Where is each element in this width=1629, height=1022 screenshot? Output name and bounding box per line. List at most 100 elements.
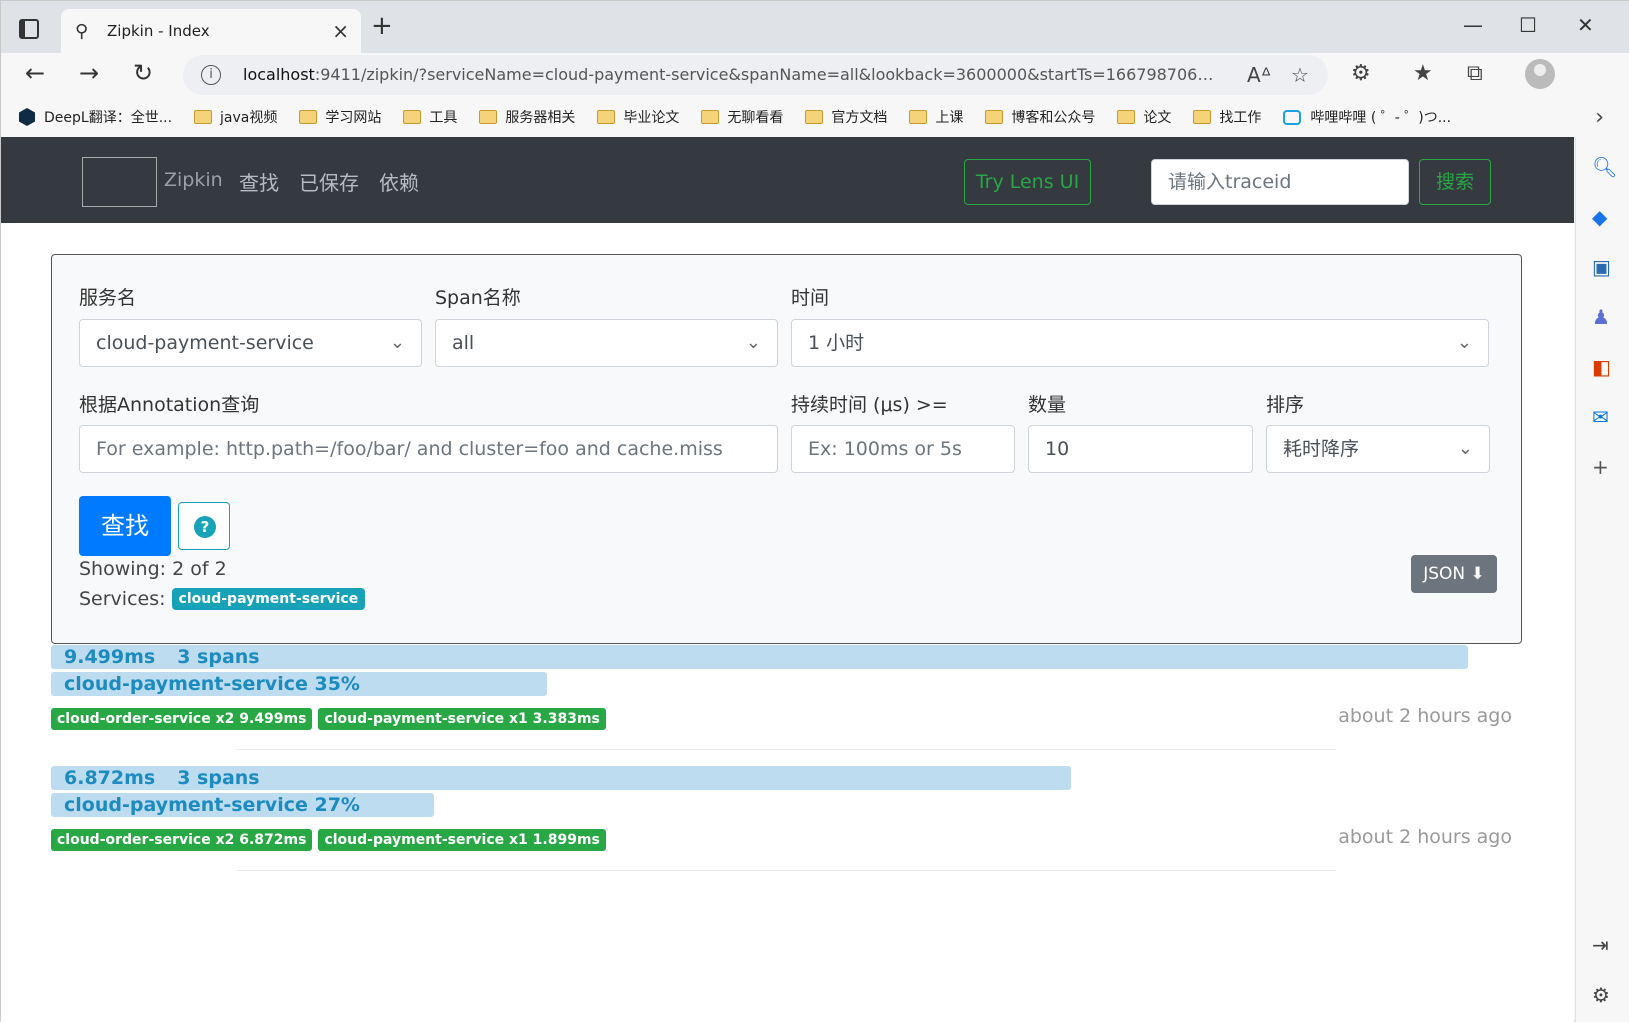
services-row: Services: cloud-payment-service [79, 588, 366, 610]
nav-link-dependencies[interactable]: 依赖 [379, 167, 419, 196]
service-name-label: 服务名 [79, 287, 137, 309]
service-percentage-bar[interactable]: cloud-payment-service 27% [51, 793, 434, 817]
zipkin-brand[interactable]: Zipkin [164, 169, 223, 191]
extensions-icon[interactable]: ⚙ [1351, 61, 1371, 86]
browser-sidebar: 🔍︎ ◆ ▣ ♟ ◧ ✉ + ⇥ ⚙ [1575, 137, 1629, 1022]
json-download-button[interactable]: JSON ⬇ [1411, 555, 1497, 593]
sort-select[interactable]: 耗时降序 ⌄ [1266, 425, 1490, 473]
add-favorite-icon[interactable]: ☆ [1291, 63, 1309, 87]
traceid-search-button[interactable]: 搜索 [1419, 159, 1491, 205]
folder-icon [403, 110, 422, 124]
service-tag: cloud-order-service x2 9.499ms [51, 708, 313, 730]
count-input[interactable]: 10 [1028, 425, 1253, 473]
try-lens-ui-button[interactable]: Try Lens UI [964, 159, 1091, 205]
duration-input[interactable]: Ex: 100ms or 5s [791, 425, 1015, 473]
download-icon: ⬇ [1470, 564, 1485, 584]
folder-icon [1193, 110, 1212, 124]
address-bar[interactable]: i localhost:9411/zipkin/?serviceName=clo… [183, 55, 1328, 95]
trace-row[interactable]: 6.872ms 3 spans cloud-payment-service 27%… [51, 766, 1522, 872]
annotation-query-label: 根据Annotation查询 [79, 394, 260, 416]
sidebar-panel-icon[interactable]: ⇥ [1592, 933, 1609, 957]
service-name-select[interactable]: cloud-payment-service ⌄ [79, 319, 422, 367]
service-tag: cloud-order-service x2 6.872ms [51, 829, 313, 851]
search-form-card: 服务名 cloud-payment-service ⌄ Span名称 all ⌄… [51, 254, 1522, 644]
bookmark-folder[interactable]: 无聊看看 [701, 107, 783, 127]
url-text[interactable]: localhost:9411/zipkin/?serviceName=cloud… [243, 65, 1223, 84]
bookmark-bilibili[interactable]: 哔哩哔哩 ( ゜- ゜)つ... [1283, 107, 1451, 127]
tab-bar: ⚲ Zipkin - Index × + — ☐ ✕ [1, 1, 1629, 53]
span-name-select[interactable]: all ⌄ [435, 319, 778, 367]
collections-icon[interactable]: ⧉ [1467, 61, 1483, 86]
tab-title: Zipkin - Index [107, 22, 210, 40]
bilibili-icon [1283, 109, 1302, 125]
tools-icon[interactable]: ▣ [1592, 255, 1611, 279]
games-icon[interactable]: ♟ [1592, 305, 1610, 329]
browser-tab[interactable]: ⚲ Zipkin - Index × [61, 9, 361, 53]
profile-avatar[interactable] [1525, 59, 1555, 89]
favorites-icon[interactable]: ★ [1413, 61, 1433, 86]
showing-count: Showing: 2 of 2 [79, 558, 227, 580]
chevron-down-icon: ⌄ [1457, 438, 1473, 459]
folder-icon [299, 110, 318, 124]
folder-icon [194, 110, 213, 124]
bookmark-folder[interactable]: 服务器相关 [479, 107, 575, 127]
minimize-icon[interactable]: — [1463, 13, 1483, 37]
service-tag: cloud-payment-service x1 3.383ms [318, 708, 606, 730]
nav-link-saved[interactable]: 已保存 [299, 167, 359, 196]
nav-link-find[interactable]: 查找 [239, 167, 279, 196]
service-badge: cloud-payment-service [171, 588, 366, 610]
settings-gear-icon[interactable]: ⚙ [1592, 983, 1610, 1007]
trace-divider [236, 870, 1336, 871]
deepl-icon [19, 108, 35, 126]
bookmark-folder[interactable]: 找工作 [1193, 107, 1261, 127]
zipkin-logo[interactable] [82, 157, 157, 207]
bookmark-folder[interactable]: java视频 [194, 107, 277, 127]
question-icon: ? [194, 516, 216, 538]
trace-duration-bar[interactable]: 9.499ms 3 spans [51, 645, 1468, 669]
bookmark-folder[interactable]: 工具 [403, 107, 457, 127]
shopping-tag-icon[interactable]: ◆ [1592, 205, 1607, 229]
folder-icon [805, 110, 824, 124]
bookmark-folder[interactable]: 毕业论文 [597, 107, 679, 127]
refresh-icon[interactable]: ↻ [133, 57, 153, 89]
span-name-label: Span名称 [435, 287, 521, 309]
bookmarks-more-icon[interactable]: › [1595, 105, 1604, 130]
annotation-query-input[interactable]: For example: http.path=/foo/bar/ and clu… [79, 425, 778, 473]
forward-icon[interactable]: → [79, 57, 99, 89]
folder-icon [985, 110, 1004, 124]
bookmarks-bar: DeepL翻译：全世... java视频 学习网站 工具 服务器相关 毕业论文 … [1, 97, 1629, 137]
back-icon[interactable]: ← [25, 57, 45, 89]
bookmark-folder[interactable]: 学习网站 [299, 107, 381, 127]
help-button[interactable]: ? [178, 502, 230, 550]
time-select[interactable]: 1 小时 ⌄ [791, 319, 1489, 367]
trace-row[interactable]: 9.499ms 3 spans cloud-payment-service 35%… [51, 645, 1522, 751]
trace-duration-bar[interactable]: 6.872ms 3 spans [51, 766, 1071, 790]
bookmark-folder[interactable]: 论文 [1117, 107, 1171, 127]
tab-actions-icon[interactable] [19, 19, 39, 39]
bookmark-deepl[interactable]: DeepL翻译：全世... [19, 107, 172, 127]
add-sidebar-app-icon[interactable]: + [1592, 455, 1609, 479]
bookmark-folder[interactable]: 官方文档 [805, 107, 887, 127]
maximize-icon[interactable]: ☐ [1519, 13, 1537, 37]
search-icon[interactable]: 🔍︎ [1592, 155, 1617, 179]
address-bar-row: ← → ↻ i localhost:9411/zipkin/?serviceNa… [1, 53, 1629, 97]
find-button[interactable]: 查找 [79, 496, 171, 556]
zipkin-page: Zipkin 查找 已保存 依赖 Try Lens UI 请输入traceid … [1, 137, 1574, 1022]
office-icon[interactable]: ◧ [1592, 355, 1611, 379]
zipkin-navbar: Zipkin 查找 已保存 依赖 Try Lens UI 请输入traceid … [1, 137, 1574, 223]
service-percentage-bar[interactable]: cloud-payment-service 35% [51, 672, 547, 696]
outlook-icon[interactable]: ✉ [1592, 405, 1609, 429]
read-aloud-icon[interactable]: Aᐞ [1247, 63, 1272, 87]
trace-divider [236, 749, 1336, 750]
tab-close-icon[interactable]: × [332, 19, 349, 43]
folder-icon [701, 110, 720, 124]
new-tab-icon[interactable]: + [371, 13, 393, 39]
browser-window: ⚲ Zipkin - Index × + — ☐ ✕ ← → ↻ i local… [0, 0, 1629, 1022]
count-label: 数量 [1028, 394, 1067, 416]
chevron-down-icon: ⌄ [1456, 332, 1472, 353]
bookmark-folder[interactable]: 博客和公众号 [985, 107, 1095, 127]
traceid-input[interactable]: 请输入traceid [1151, 159, 1409, 205]
site-info-icon[interactable]: i [201, 65, 221, 85]
close-window-icon[interactable]: ✕ [1577, 13, 1594, 37]
bookmark-folder[interactable]: 上课 [909, 107, 963, 127]
